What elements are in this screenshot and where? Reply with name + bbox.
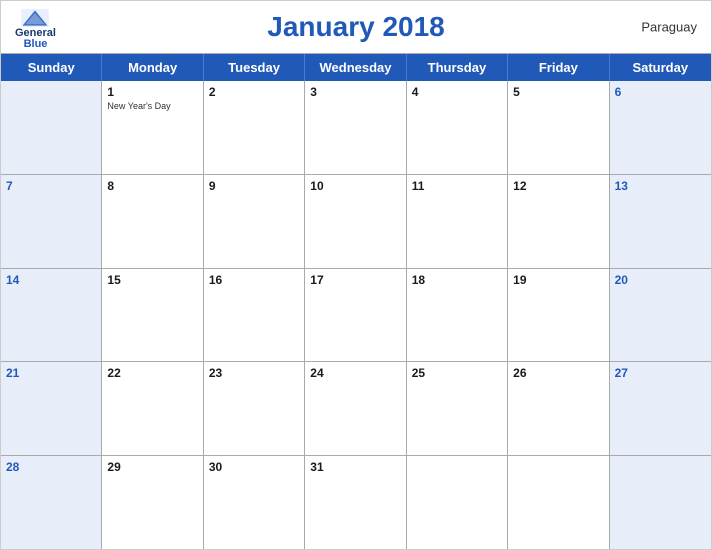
calendar-container: General Blue January 2018 Paraguay Sunda… (0, 0, 712, 550)
day-cell: 24 (305, 362, 406, 455)
day-cell: 4 (407, 81, 508, 174)
day-cell: 17 (305, 269, 406, 362)
day-cell: 18 (407, 269, 508, 362)
day-headers: Sunday Monday Tuesday Wednesday Thursday… (1, 54, 711, 81)
week-row: 28 29 30 31 (1, 456, 711, 549)
header-tuesday: Tuesday (204, 54, 305, 81)
week-row: 1 New Year's Day 2 3 4 5 6 (1, 81, 711, 175)
day-cell: 7 (1, 175, 102, 268)
day-cell: 3 (305, 81, 406, 174)
header-friday: Friday (508, 54, 609, 81)
header-wednesday: Wednesday (305, 54, 406, 81)
day-cell: 6 (610, 81, 711, 174)
day-cell: 14 (1, 269, 102, 362)
week-row: 7 8 9 10 11 12 13 (1, 175, 711, 269)
day-cell: 27 (610, 362, 711, 455)
day-cell: 16 (204, 269, 305, 362)
day-cell: 31 (305, 456, 406, 549)
day-cell: 12 (508, 175, 609, 268)
day-cell: 2 (204, 81, 305, 174)
day-cell (610, 456, 711, 549)
day-cell: 28 (1, 456, 102, 549)
day-cell: 5 (508, 81, 609, 174)
country-label: Paraguay (641, 20, 697, 35)
day-cell: 11 (407, 175, 508, 268)
calendar-grid: Sunday Monday Tuesday Wednesday Thursday… (1, 53, 711, 549)
calendar-header: General Blue January 2018 Paraguay (1, 1, 711, 53)
day-cell: 25 (407, 362, 508, 455)
day-cell (1, 81, 102, 174)
header-monday: Monday (102, 54, 203, 81)
day-cell (407, 456, 508, 549)
header-sunday: Sunday (1, 54, 102, 81)
calendar-title: January 2018 (267, 11, 444, 43)
day-cell: 21 (1, 362, 102, 455)
day-cell: 23 (204, 362, 305, 455)
day-cell: 26 (508, 362, 609, 455)
generalblue-logo-icon (21, 9, 49, 27)
day-cell: 8 (102, 175, 203, 268)
day-cell: 13 (610, 175, 711, 268)
day-cell: 22 (102, 362, 203, 455)
logo-area: General Blue (15, 9, 56, 50)
day-cell: 10 (305, 175, 406, 268)
day-cell: 29 (102, 456, 203, 549)
day-cell: 9 (204, 175, 305, 268)
day-cell: 19 (508, 269, 609, 362)
weeks-container: 1 New Year's Day 2 3 4 5 6 7 8 9 10 11 1… (1, 81, 711, 549)
week-row: 14 15 16 17 18 19 20 (1, 269, 711, 363)
day-cell: 1 New Year's Day (102, 81, 203, 174)
holiday-label: New Year's Day (107, 101, 197, 112)
day-cell: 20 (610, 269, 711, 362)
day-cell: 30 (204, 456, 305, 549)
header-thursday: Thursday (407, 54, 508, 81)
logo-blue-text: Blue (24, 39, 48, 50)
week-row: 21 22 23 24 25 26 27 (1, 362, 711, 456)
day-cell: 15 (102, 269, 203, 362)
day-cell (508, 456, 609, 549)
header-saturday: Saturday (610, 54, 711, 81)
